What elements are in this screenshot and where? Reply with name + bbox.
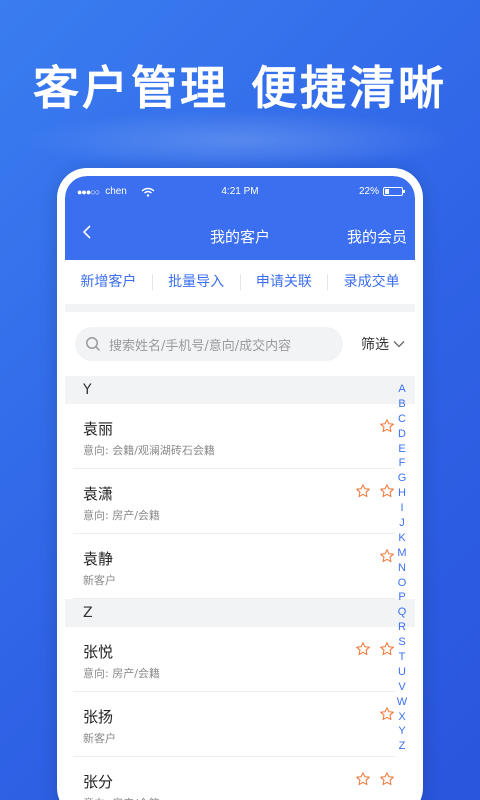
- customer-list: Y 袁丽 意向: 会籍/观澜湖砖石会籍 袁潇 意向: 房产/会籍 袁静 新客户 Z 张悦 意向: …: [65, 376, 415, 800]
- index-letter[interactable]: R: [398, 620, 406, 635]
- star-rating[interactable]: [379, 548, 395, 564]
- batch-import-button[interactable]: 批量导入: [153, 274, 241, 290]
- customer-detail: 新客户: [83, 574, 116, 587]
- index-letter[interactable]: P: [398, 590, 405, 605]
- customer-row[interactable]: 张悦意向: 房产/会籍: [73, 627, 395, 692]
- index-letter[interactable]: D: [398, 427, 406, 442]
- customer-detail: 意向: 房产/会籍: [83, 795, 160, 800]
- filter-label: 筛选: [361, 337, 389, 353]
- star-rating[interactable]: [355, 641, 395, 657]
- customer-name: 张分: [83, 773, 114, 791]
- star-rating[interactable]: [379, 418, 395, 434]
- index-letter[interactable]: N: [398, 561, 406, 576]
- index-letter[interactable]: X: [398, 710, 405, 725]
- customer-name: 袁潇: [83, 485, 114, 503]
- status-bar: ●●●○○ chen 4:21 PM 22%: [65, 176, 415, 206]
- chevron-down-icon: [393, 341, 405, 348]
- phone-screen: ●●●○○ chen 4:21 PM 22% 我的客户 我的会员 新增客户 批量…: [65, 176, 415, 800]
- search-placeholder: 搜索姓名/手机号/意向/成交内容: [109, 338, 292, 354]
- star-outline-icon[interactable]: [355, 771, 371, 787]
- customer-name: 袁静: [83, 550, 114, 568]
- star-outline-icon[interactable]: [379, 771, 395, 787]
- star-outline-icon[interactable]: [379, 418, 395, 434]
- star-rating[interactable]: [379, 706, 395, 722]
- star-outline-icon[interactable]: [379, 641, 395, 657]
- customer-name: 张扬: [83, 708, 114, 726]
- index-letter[interactable]: I: [400, 501, 403, 516]
- filter-button[interactable]: 筛选: [343, 334, 405, 354]
- index-letter[interactable]: Y: [398, 724, 405, 739]
- request-link-button[interactable]: 申请关联: [241, 274, 329, 290]
- battery-percent: 22%: [358, 186, 379, 197]
- top-bar: ●●●○○ chen 4:21 PM 22% 我的客户 我的会员: [65, 176, 415, 260]
- index-letter[interactable]: F: [399, 456, 406, 471]
- index-letter[interactable]: J: [399, 516, 405, 531]
- customer-row[interactable]: 袁潇意向: 房产/会籍: [73, 469, 395, 534]
- customer-detail: 新客户: [83, 732, 116, 745]
- star-rating[interactable]: [355, 483, 395, 499]
- action-bar: 新增客户 批量导入 申请关联 录成交单: [65, 260, 415, 312]
- my-members-link[interactable]: 我的会员: [347, 226, 407, 247]
- index-letter[interactable]: S: [398, 635, 405, 650]
- index-letter[interactable]: M: [397, 546, 406, 561]
- customer-row[interactable]: 张分意向: 房产/会籍: [73, 757, 395, 800]
- index-letter[interactable]: Z: [399, 739, 406, 754]
- index-letter[interactable]: O: [398, 576, 407, 591]
- nav-bar: 我的客户 我的会员: [65, 206, 415, 260]
- index-letter[interactable]: C: [398, 412, 406, 427]
- add-customer-button[interactable]: 新增客户: [65, 274, 153, 290]
- customer-name: 袁丽: [83, 420, 114, 438]
- index-letter[interactable]: K: [398, 531, 405, 546]
- index-letter[interactable]: H: [398, 486, 406, 501]
- record-deal-button[interactable]: 录成交单: [328, 274, 415, 290]
- index-letter[interactable]: T: [399, 650, 406, 665]
- customer-row[interactable]: 袁静 新客户: [73, 534, 395, 599]
- search-input[interactable]: 搜索姓名/手机号/意向/成交内容: [75, 327, 343, 361]
- star-outline-icon[interactable]: [379, 548, 395, 564]
- star-outline-icon[interactable]: [355, 483, 371, 499]
- index-letter[interactable]: W: [397, 695, 407, 710]
- customer-name: 张悦: [83, 643, 114, 661]
- customer-detail: 意向: 房产/会籍: [83, 509, 160, 522]
- customer-detail: 意向: 房产/会籍: [83, 667, 160, 680]
- hero-title-part-1: 客户管理: [33, 61, 229, 115]
- customer-row[interactable]: 袁丽意向: 会籍/观澜湖砖石会籍: [73, 404, 395, 469]
- section-header: Z: [65, 599, 415, 627]
- index-letter[interactable]: A: [398, 382, 405, 397]
- index-letter[interactable]: Q: [398, 605, 407, 620]
- customer-detail: 意向: 会籍/观澜湖砖石会籍: [83, 444, 215, 457]
- alphabet-index[interactable]: ABCDEFGHIJKMNOPQRSTUVWXYZ: [395, 382, 409, 754]
- star-outline-icon[interactable]: [379, 483, 395, 499]
- index-letter[interactable]: G: [398, 471, 407, 486]
- star-rating[interactable]: [355, 771, 395, 787]
- search-icon: [86, 337, 101, 352]
- index-letter[interactable]: V: [398, 680, 405, 695]
- battery-icon: [383, 187, 405, 196]
- hero-title: 客户管理 便捷清晰: [0, 52, 480, 118]
- section-header: Y: [65, 376, 415, 404]
- phone-frame: ●●●○○ chen 4:21 PM 22% 我的客户 我的会员 新增客户 批量…: [57, 168, 423, 800]
- hero-title-part-2: 便捷清晰: [251, 61, 447, 115]
- index-letter[interactable]: B: [398, 397, 405, 412]
- search-row: 搜索姓名/手机号/意向/成交内容 筛选: [65, 312, 415, 376]
- index-letter[interactable]: E: [398, 442, 405, 457]
- star-outline-icon[interactable]: [355, 641, 371, 657]
- index-letter[interactable]: U: [398, 665, 406, 680]
- star-outline-icon[interactable]: [379, 706, 395, 722]
- hero-glow: [20, 110, 460, 170]
- customer-row[interactable]: 张扬 新客户: [73, 692, 395, 757]
